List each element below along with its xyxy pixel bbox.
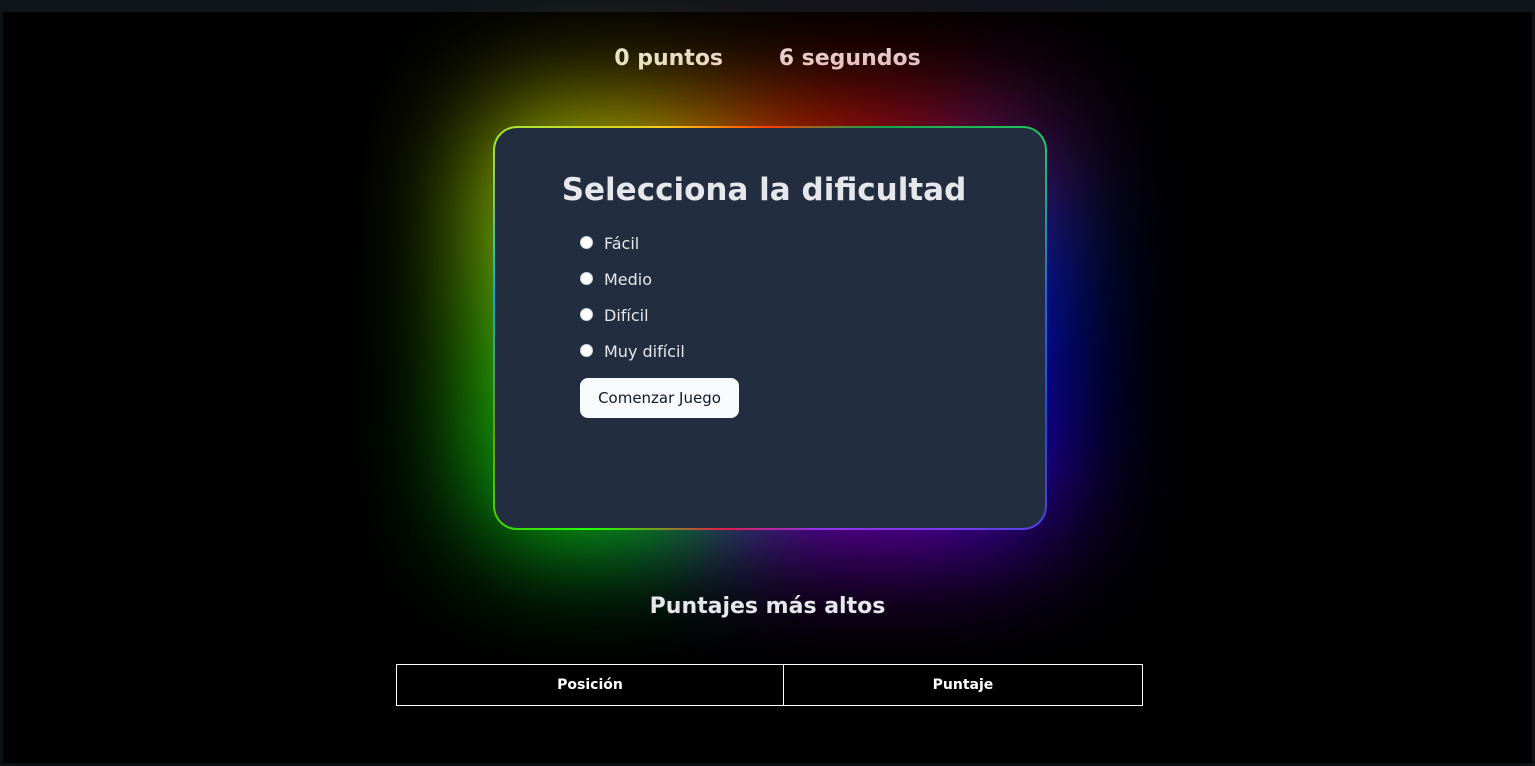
option-muy-dificil[interactable]: Muy difícil (580, 342, 685, 361)
browser-top-strip (0, 0, 1535, 12)
difficulty-title: Selecciona la dificultad (561, 172, 967, 208)
difficulty-card: Selecciona la dificultad Fácil Medio Dif… (495, 128, 1045, 528)
start-game-button[interactable]: Comenzar Juego (580, 378, 739, 418)
seconds-timer: 6 segundos (778, 46, 921, 71)
difficulty-card-border: Selecciona la dificultad Fácil Medio Dif… (493, 126, 1047, 530)
points-counter: 0 puntos (614, 46, 724, 71)
option-label-dificil: Difícil (604, 306, 649, 325)
option-label-medio: Medio (604, 270, 653, 289)
option-label-facil: Fácil (604, 234, 640, 253)
column-header-position: Posición (396, 664, 784, 706)
column-header-score: Puntaje (783, 664, 1143, 706)
option-medio[interactable]: Medio (580, 270, 652, 289)
radio-dificil[interactable] (580, 308, 593, 321)
highscores-table: Posición Puntaje (396, 664, 1143, 706)
option-dificil[interactable]: Difícil (580, 306, 649, 325)
radio-facil[interactable] (580, 236, 593, 249)
radio-muy-dificil[interactable] (580, 344, 593, 357)
highscores-title: Puntajes más altos (649, 594, 886, 619)
highscores-header-row: Posición Puntaje (396, 664, 1143, 706)
option-label-muy-dificil: Muy difícil (604, 342, 685, 361)
stats-bar: 0 puntos 6 segundos (0, 46, 1535, 71)
option-facil[interactable]: Fácil (580, 234, 639, 253)
radio-medio[interactable] (580, 272, 593, 285)
